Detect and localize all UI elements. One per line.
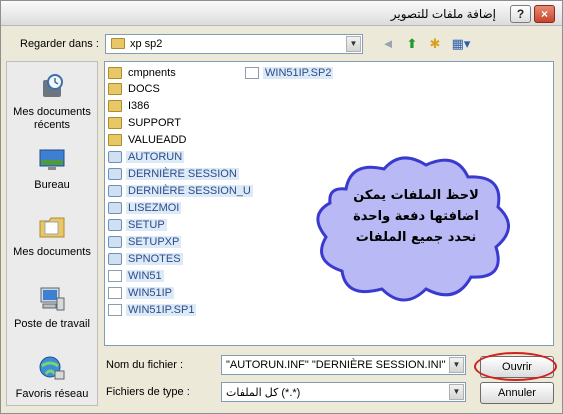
my-computer-icon (40, 287, 65, 311)
file-icon (108, 287, 122, 299)
place-label: Mes documents récents (13, 106, 91, 131)
list-item[interactable]: AUTORUN (108, 149, 185, 165)
file-name: SETUP (126, 219, 167, 231)
file-name: VALUEADD (128, 134, 187, 146)
list-item[interactable]: WIN51IP.SP1 (108, 302, 197, 318)
lookin-value: xp sp2 (130, 38, 163, 50)
list-item[interactable]: SETUP (108, 217, 167, 233)
place-desktop[interactable]: Bureau (7, 145, 97, 192)
list-item[interactable]: SETUPXP (108, 234, 182, 250)
up-folder-icon[interactable]: ⬆ (403, 35, 421, 53)
folder-icon (111, 38, 125, 49)
list-item[interactable]: SPNOTES (108, 251, 183, 267)
file-icon (108, 304, 122, 316)
file-name: WIN51IP (126, 287, 175, 299)
file-name: DERNIÈRE SESSION (126, 168, 239, 180)
place-my-computer[interactable]: Poste de travail (7, 284, 97, 331)
document-file-icon (108, 202, 122, 214)
folder-icon (108, 100, 122, 112)
list-item[interactable]: cmpnents (108, 65, 178, 81)
cancel-button[interactable]: Annuler (480, 382, 554, 404)
file-name: WIN51IP.SP1 (126, 304, 197, 316)
network-places-icon (39, 356, 65, 380)
chevron-down-icon[interactable]: ▼ (346, 36, 361, 52)
help-button[interactable]: ? (510, 5, 531, 23)
list-item[interactable]: DERNIÈRE SESSION (108, 166, 239, 182)
file-name: DERNIÈRE SESSION_U (126, 185, 253, 197)
chevron-down-icon[interactable]: ▼ (449, 357, 464, 373)
annotation-line: اضافتها دفعة واحدة (353, 209, 479, 224)
settings-file-icon (108, 168, 122, 180)
place-my-documents[interactable]: Mes documents (7, 212, 97, 259)
folder-icon (108, 117, 122, 129)
places-bar: Mes documents récents Bureau Mes documen… (6, 61, 98, 406)
annotation-text: لاحظ الملفات يمكن اضافتها دفعة واحدة نحد… (316, 185, 516, 248)
place-label: Favoris réseau (15, 388, 89, 400)
filetype-dropdown[interactable]: كل الملفات (*.*) ▼ (221, 382, 466, 402)
setup-file-icon (108, 151, 122, 163)
close-button[interactable]: × (534, 5, 555, 23)
place-recent-documents[interactable]: Mes documents récents (7, 72, 97, 132)
lookin-dropdown[interactable]: xp sp2 ▼ (105, 34, 363, 54)
list-item[interactable]: VALUEADD (108, 132, 188, 148)
list-item[interactable]: I386 (108, 98, 151, 114)
folder-icon (108, 134, 122, 146)
file-name: DOCS (128, 83, 160, 95)
lookin-label: Regarder dans : (20, 38, 99, 50)
annotation-line: لاحظ الملفات يمكن (353, 188, 479, 203)
open-file-dialog: إضافة ملفات للتصوير ? × Regarder dans : … (0, 0, 563, 414)
document-file-icon (108, 253, 122, 265)
views-menu-icon[interactable]: ▦▾ (449, 35, 473, 53)
file-name: SETUPXP (126, 236, 182, 248)
file-name: WIN51IP.SP2 (263, 67, 334, 79)
folder-icon (108, 83, 122, 95)
folder-icon (108, 67, 122, 79)
file-name: SUPPORT (128, 117, 181, 129)
chevron-down-icon[interactable]: ▼ (449, 384, 464, 400)
file-name: LISEZMOI (126, 202, 182, 214)
setup-file-icon (108, 236, 122, 248)
desktop-icon (39, 149, 65, 170)
place-label: Poste de travail (14, 318, 90, 330)
list-item[interactable]: SUPPORT (108, 115, 183, 131)
list-item[interactable]: WIN51IP.SP2 (245, 65, 334, 81)
filename-label: Nom du fichier : (106, 359, 184, 371)
new-folder-icon[interactable]: ✱ (426, 35, 444, 53)
file-icon (108, 270, 122, 282)
open-button[interactable]: Ouvrir (480, 356, 554, 378)
recent-documents-icon (43, 74, 63, 97)
list-item[interactable]: WIN51 (108, 268, 164, 284)
file-name: WIN51 (126, 270, 164, 282)
back-icon[interactable]: ◄ (379, 35, 397, 53)
place-label: Bureau (34, 179, 70, 191)
my-documents-icon (39, 217, 65, 238)
list-item[interactable]: WIN51IP (108, 285, 175, 301)
file-icon (245, 67, 259, 79)
filetype-label: Fichiers de type : (106, 386, 190, 398)
list-item[interactable]: DERNIÈRE SESSION_U (108, 183, 253, 199)
annotation-callout: لاحظ الملفات يمكن اضافتها دفعة واحدة نحد… (306, 149, 524, 311)
list-item[interactable]: DOCS (108, 81, 162, 97)
list-item[interactable]: LISEZMOI (108, 200, 182, 216)
file-name: SPNOTES (126, 253, 183, 265)
title-bar: إضافة ملفات للتصوير ? × (1, 1, 562, 26)
filetype-value: كل الملفات (*.*) (226, 387, 301, 399)
file-name: AUTORUN (126, 151, 185, 163)
annotation-line: نحدد جميع الملفات (355, 230, 477, 245)
file-name: I386 (128, 100, 150, 112)
window-title: إضافة ملفات للتصوير (390, 7, 496, 21)
settings-file-icon (108, 185, 122, 197)
filename-field[interactable]: "AUTORUN.INF" "DERNIÈRE SESSION.INI" ▼ (221, 355, 466, 375)
place-network-places[interactable]: Favoris réseau (7, 354, 97, 401)
place-label: Mes documents (13, 246, 91, 258)
setup-file-icon (108, 219, 122, 231)
filename-value: "AUTORUN.INF" "DERNIÈRE SESSION.INI" (226, 359, 446, 371)
file-name: cmpnents (128, 67, 176, 79)
